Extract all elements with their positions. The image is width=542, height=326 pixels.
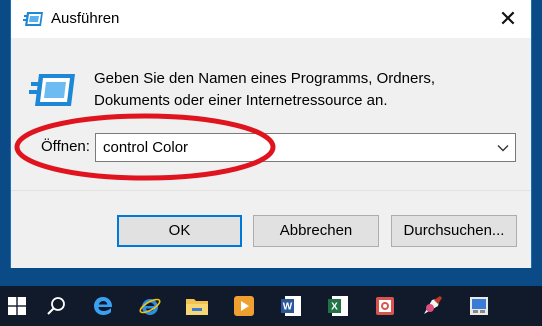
taskbar-media-player[interactable] (220, 286, 267, 326)
ok-button[interactable]: OK (117, 215, 242, 247)
taskbar-control-panel[interactable] (455, 286, 502, 326)
open-combobox[interactable]: control Color (95, 133, 516, 162)
snipping-tool-icon (375, 297, 394, 315)
taskbar-word[interactable]: W (267, 286, 314, 326)
cancel-button[interactable]: Abbrechen (253, 215, 379, 247)
run-dialog: Ausführen ✕ Geben Sie den Namen eines Pr… (10, 0, 532, 268)
run-icon (23, 12, 43, 26)
close-button[interactable]: ✕ (495, 6, 521, 32)
paint-icon (423, 296, 442, 314)
media-player-icon (233, 296, 254, 316)
button-area: OK Abbrechen Durchsuchen... (11, 190, 531, 268)
start-button[interactable] (2, 286, 32, 326)
taskbar-edge[interactable] (79, 286, 126, 326)
close-icon: ✕ (498, 6, 518, 31)
run-program-icon (29, 74, 75, 106)
search-icon (46, 297, 65, 315)
taskbar-file-explorer[interactable] (173, 286, 220, 326)
word-icon: W (280, 296, 301, 316)
browse-button[interactable]: Durchsuchen... (391, 215, 517, 247)
folder-icon (185, 299, 208, 315)
window-title: Ausführen (51, 10, 120, 27)
edge-icon (93, 297, 112, 315)
internet-explorer-icon (138, 298, 161, 315)
taskbar-snipping-tool[interactable] (361, 286, 408, 326)
description-line-1: Geben Sie den Namen eines Programms, Ord… (94, 70, 435, 87)
taskbar: W X (0, 286, 542, 326)
title-bar: Ausführen ✕ (11, 0, 531, 38)
excel-icon: X (327, 296, 348, 316)
taskbar-excel[interactable]: X (314, 286, 361, 326)
open-label: Öffnen: (41, 138, 90, 155)
description-line-2: Dokuments oder einer Internetressource a… (94, 92, 388, 109)
chevron-down-icon[interactable] (497, 142, 509, 154)
description-text: Geben Sie den Namen eines Programms, Ord… (94, 68, 514, 112)
search-button[interactable] (32, 286, 79, 326)
svg-text:W: W (282, 302, 292, 313)
control-panel-icon (469, 297, 488, 315)
open-input[interactable]: control Color (103, 139, 188, 156)
taskbar-internet-explorer[interactable] (126, 286, 173, 326)
windows-logo-icon (8, 297, 26, 315)
taskbar-paint[interactable] (408, 286, 455, 326)
svg-text:X: X (331, 302, 338, 313)
